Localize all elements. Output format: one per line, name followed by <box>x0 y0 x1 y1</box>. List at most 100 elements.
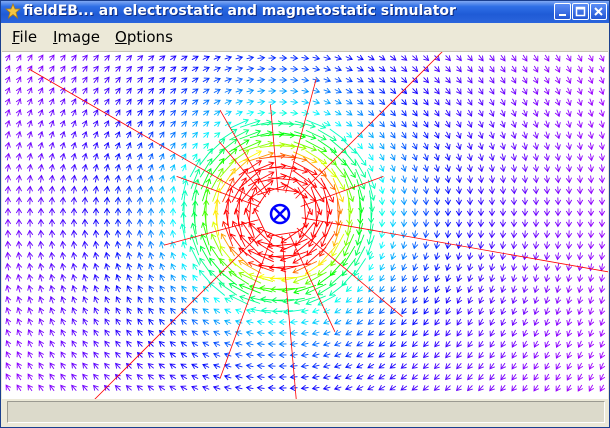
close-icon <box>594 7 603 16</box>
field-vector <box>478 65 484 73</box>
field-vector <box>599 340 606 349</box>
field-vector <box>566 252 573 261</box>
field-vector <box>38 284 45 293</box>
field-vector <box>533 362 540 370</box>
field-vector <box>82 296 89 304</box>
field-vector <box>159 251 166 260</box>
field-vector <box>401 88 408 95</box>
field-vector <box>180 385 188 392</box>
field-vector <box>367 384 375 391</box>
field-vector <box>489 329 496 337</box>
field-vector <box>268 98 277 106</box>
field-vector <box>191 99 199 105</box>
field-vector <box>378 341 386 347</box>
field-vector <box>554 241 562 250</box>
field-vector <box>71 306 78 315</box>
field-vector <box>489 274 496 283</box>
field-vector <box>511 263 518 272</box>
field-vector <box>192 131 198 138</box>
field-vector <box>445 241 452 250</box>
field-vector <box>60 340 67 348</box>
field-vector <box>576 98 583 107</box>
field-vector <box>93 76 99 84</box>
field-vector <box>357 143 363 150</box>
current-source-icon[interactable] <box>269 203 291 225</box>
field-vector <box>544 252 551 261</box>
field-vector <box>422 120 429 128</box>
field-vector <box>49 340 56 348</box>
field-vector <box>554 54 561 62</box>
field-vector <box>114 207 122 216</box>
menu-file[interactable]: File <box>12 28 37 46</box>
field-vector <box>333 373 342 380</box>
field-vector <box>202 110 210 116</box>
field-vector <box>400 131 407 139</box>
field-vector <box>202 308 210 314</box>
field-vector <box>422 197 430 206</box>
field-vector <box>92 109 99 117</box>
field-vector <box>532 208 540 217</box>
field-vector <box>532 186 540 195</box>
field-vector <box>37 218 45 227</box>
field-vector <box>147 142 154 150</box>
field-vector <box>500 384 506 392</box>
field-vector <box>422 186 429 195</box>
menu-image-label: mage <box>57 28 100 46</box>
field-vector <box>378 197 386 206</box>
field-canvas[interactable] <box>2 52 608 399</box>
field-vector <box>81 174 88 183</box>
field-vector <box>444 197 452 206</box>
field-vector <box>234 385 243 392</box>
field-vector <box>587 109 594 118</box>
field-vector <box>4 97 11 106</box>
field-vector <box>191 296 198 303</box>
field-vector <box>422 352 429 359</box>
field-vector <box>522 296 529 305</box>
field-vector <box>126 229 133 238</box>
field-vector <box>522 362 529 370</box>
field-vector <box>500 65 506 73</box>
field-vector <box>390 252 397 261</box>
maximize-button[interactable] <box>572 3 589 20</box>
field-vector <box>137 340 143 347</box>
menu-options[interactable]: Options <box>115 28 173 46</box>
field-vector <box>587 186 595 195</box>
field-vector <box>334 54 343 61</box>
field-vector <box>267 351 276 359</box>
field-vector <box>576 197 584 206</box>
field-vector <box>554 87 561 95</box>
field-vector <box>400 186 407 195</box>
field-vector <box>191 55 199 62</box>
field-plot[interactable] <box>2 52 608 399</box>
field-vector <box>500 296 507 305</box>
field-vector <box>433 363 440 370</box>
field-vector <box>368 132 374 139</box>
field-vector <box>411 197 419 206</box>
field-line <box>94 229 265 399</box>
field-vector <box>158 55 166 61</box>
field-vector <box>322 329 331 336</box>
field-vector <box>235 88 244 95</box>
field-vector <box>71 76 77 84</box>
minimize-button[interactable] <box>554 3 571 20</box>
close-button[interactable] <box>590 3 607 20</box>
field-vector <box>301 98 310 105</box>
field-vector <box>159 120 165 128</box>
field-vector <box>81 185 89 194</box>
field-vector <box>488 109 495 117</box>
field-vector <box>401 99 407 106</box>
field-vector <box>170 131 176 139</box>
field-vector <box>499 175 506 184</box>
title-bar[interactable]: fieldEB... an electrostatic and magnetos… <box>1 1 609 23</box>
field-vector <box>93 340 99 348</box>
field-vector <box>93 240 100 249</box>
field-vector <box>223 363 232 370</box>
field-vector <box>423 109 429 117</box>
field-vector <box>422 374 429 380</box>
field-vector <box>455 109 462 117</box>
field-vector <box>311 384 320 391</box>
field-vector <box>577 252 584 261</box>
menu-image[interactable]: Image <box>53 28 100 46</box>
field-vector <box>455 230 463 239</box>
field-vector <box>411 208 419 217</box>
